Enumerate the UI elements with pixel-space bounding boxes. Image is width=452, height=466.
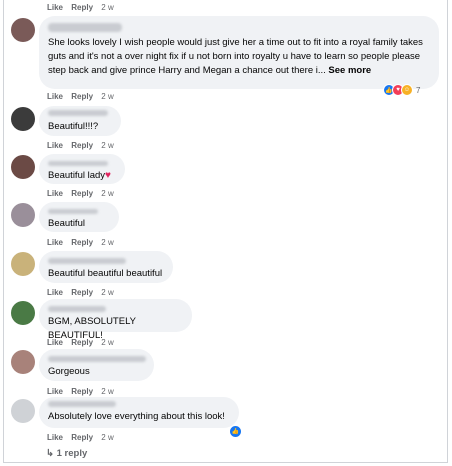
commenter-name-blurred[interactable] — [48, 110, 108, 116]
reply-arrow-icon: ↳ — [46, 448, 54, 459]
comment-text: Gorgeous — [48, 366, 90, 377]
see-more-link[interactable]: See more — [328, 65, 371, 76]
comment-time: 2 w — [101, 92, 114, 101]
comment-time: 2 w — [101, 3, 114, 12]
comment-bubble: She looks lovely I wish people would jus… — [39, 16, 439, 89]
reply-link[interactable]: Reply — [71, 3, 93, 12]
avatar[interactable] — [11, 203, 35, 227]
commenter-name-blurred[interactable] — [48, 258, 126, 264]
like-reaction-icon: 👍 — [229, 425, 242, 438]
comment-actions: Like Reply 2 w — [47, 238, 120, 247]
comment-actions: Like Reply 2 w — [47, 338, 120, 347]
avatar[interactable] — [11, 399, 35, 423]
reply-link[interactable]: Reply — [71, 338, 93, 347]
comment-time: 2 w — [101, 141, 114, 150]
reply-link[interactable]: Reply — [71, 238, 93, 247]
commenter-name-blurred[interactable] — [48, 356, 146, 362]
commenter-name-blurred[interactable] — [48, 306, 106, 312]
like-link[interactable]: Like — [47, 92, 63, 101]
commenter-name-blurred[interactable] — [48, 401, 116, 407]
reply-link[interactable]: Reply — [71, 288, 93, 297]
comment-actions: Like Reply 2 w — [47, 141, 120, 150]
comment-actions: Like Reply 2 w — [47, 189, 120, 198]
comment-bubble: Beautiful beautiful beautiful — [39, 251, 173, 283]
comment-text: Beautiful!!!? — [48, 121, 99, 132]
like-link[interactable]: Like — [47, 387, 63, 396]
comment-time: 2 w — [101, 338, 114, 347]
reaction-count: 7 — [416, 85, 421, 95]
like-link[interactable]: Like — [47, 3, 63, 12]
comment-time: 2 w — [101, 238, 114, 247]
comment-time: 2 w — [101, 387, 114, 396]
avatar[interactable] — [11, 301, 35, 325]
like-link[interactable]: Like — [47, 288, 63, 297]
comment-time: 2 w — [101, 433, 114, 442]
reply-link[interactable]: Reply — [71, 141, 93, 150]
comment-actions: Like Reply 2 w — [47, 387, 120, 396]
comment-bubble: Beautiful lady♥ — [39, 154, 125, 184]
comment-time: 2 w — [101, 288, 114, 297]
haha-reaction-icon: ☺ — [401, 84, 413, 96]
reply-link[interactable]: Reply — [71, 92, 93, 101]
reaction-summary[interactable]: 👍 ♥ ☺ 7 — [383, 84, 420, 96]
reply-link[interactable]: Reply — [71, 433, 93, 442]
avatar[interactable] — [11, 107, 35, 131]
comment-actions: Like Reply 2 w — [47, 92, 120, 101]
reply-link[interactable]: Reply — [71, 189, 93, 198]
like-link[interactable]: Like — [47, 141, 63, 150]
comment-actions: Like Reply 2 w — [47, 288, 120, 297]
like-link[interactable]: Like — [47, 189, 63, 198]
comment-text: Beautiful — [48, 218, 85, 229]
commenter-name-blurred[interactable] — [48, 209, 98, 214]
view-replies-link[interactable]: ↳ 1 reply — [46, 448, 87, 459]
comment-actions: Like Reply 2 w — [47, 433, 120, 442]
comment-bubble: Absolutely love everything about this lo… — [39, 397, 239, 428]
comment-bubble: Gorgeous — [39, 349, 154, 381]
comment-actions: Like Reply 2 w — [47, 3, 120, 12]
like-link[interactable]: Like — [47, 238, 63, 247]
like-link[interactable]: Like — [47, 433, 63, 442]
avatar[interactable] — [11, 252, 35, 276]
comment-text: Beautiful beautiful beautiful — [48, 268, 163, 279]
commenter-name-blurred[interactable] — [48, 23, 122, 32]
heart-emoji-icon: ♥ — [105, 170, 111, 181]
avatar[interactable] — [11, 155, 35, 179]
avatar[interactable] — [11, 18, 35, 42]
avatar[interactable] — [11, 350, 35, 374]
comment-text: Absolutely love everything about this lo… — [48, 411, 225, 422]
comment-text: She looks lovely I wish people would jus… — [48, 37, 423, 76]
comment-time: 2 w — [101, 189, 114, 198]
comment-bubble: Beautiful!!!? — [39, 106, 121, 136]
commenter-name-blurred[interactable] — [48, 161, 108, 166]
comment-bubble: BGM, ABSOLUTELY BEAUTIFUL! — [39, 299, 192, 341]
reaction-summary[interactable]: 👍 — [229, 425, 242, 438]
reply-link[interactable]: Reply — [71, 387, 93, 396]
like-link[interactable]: Like — [47, 338, 63, 347]
comment-text: Beautiful lady♥ — [48, 170, 111, 181]
comment-bubble: Beautiful — [39, 202, 119, 232]
